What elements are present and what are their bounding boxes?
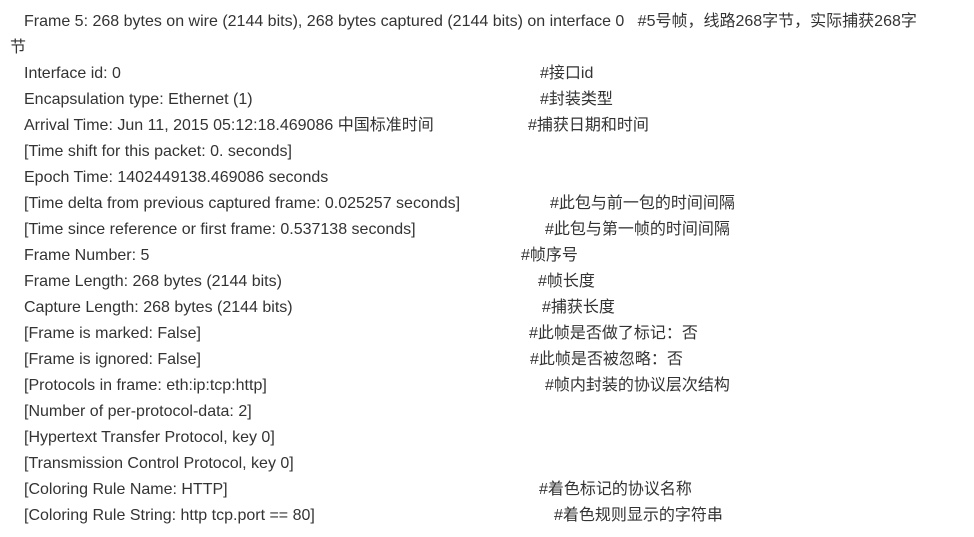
- field-comment: #捕获长度: [542, 299, 615, 316]
- field-code: [Hypertext Transfer Protocol, key 0]: [24, 429, 275, 446]
- field-code: [Frame is marked: False]: [24, 325, 201, 342]
- field-comment: #封装类型: [540, 91, 613, 108]
- field-code: [Number of per-protocol-data: 2]: [24, 403, 252, 420]
- field-comment: #此包与第一帧的时间间隔: [545, 221, 730, 238]
- field-comment: #帧内封装的协议层次结构: [545, 377, 730, 394]
- frame-summary-comment: #5号帧，线路268字节，实际捕获268字: [637, 13, 917, 30]
- frame-summary-wrap: 节: [10, 39, 27, 56]
- field-comment: #捕获日期和时间: [528, 117, 649, 134]
- field-code: [Time delta from previous captured frame…: [24, 195, 461, 212]
- field-code: Interface id: 0: [24, 65, 121, 82]
- field-code: Arrival Time: Jun 11, 2015 05:12:18.4690…: [24, 117, 434, 134]
- field-comment: #此帧是否做了标记：否: [529, 325, 698, 342]
- field-comment: #此帧是否被忽略：否: [530, 351, 683, 368]
- field-code: [Transmission Control Protocol, key 0]: [24, 455, 294, 472]
- field-comment: #接口id: [540, 65, 594, 82]
- field-comment: #着色标记的协议名称: [539, 481, 692, 498]
- field-code: [Time since reference or first frame: 0.…: [24, 221, 416, 238]
- field-code: [Coloring Rule Name: HTTP]: [24, 481, 228, 498]
- field-comment: #帧长度: [538, 273, 595, 290]
- field-code: Epoch Time: 1402449138.469086 seconds: [24, 169, 329, 186]
- field-code: [Protocols in frame: eth:ip:tcp:http]: [24, 377, 267, 394]
- field-code: [Time shift for this packet: 0. seconds]: [24, 143, 292, 160]
- frame-summary-code: Frame 5: 268 bytes on wire (2144 bits), …: [24, 13, 625, 30]
- field-comment: #帧序号: [521, 247, 578, 264]
- field-code: [Coloring Rule String: http tcp.port == …: [24, 507, 315, 524]
- field-code: Capture Length: 268 bytes (2144 bits): [24, 299, 293, 316]
- field-code: Frame Length: 268 bytes (2144 bits): [24, 273, 282, 290]
- frame-summary-line: Frame 5: 268 bytes on wire (2144 bits), …: [24, 9, 917, 35]
- document-body: Frame 5: 268 bytes on wire (2144 bits), …: [0, 0, 974, 537]
- field-comment: #此包与前一包的时间间隔: [550, 195, 735, 212]
- field-code: Encapsulation type: Ethernet (1): [24, 91, 253, 108]
- field-code: [Frame is ignored: False]: [24, 351, 201, 368]
- field-comment: #着色规则显示的字符串: [554, 507, 723, 524]
- field-code: Frame Number: 5: [24, 247, 150, 264]
